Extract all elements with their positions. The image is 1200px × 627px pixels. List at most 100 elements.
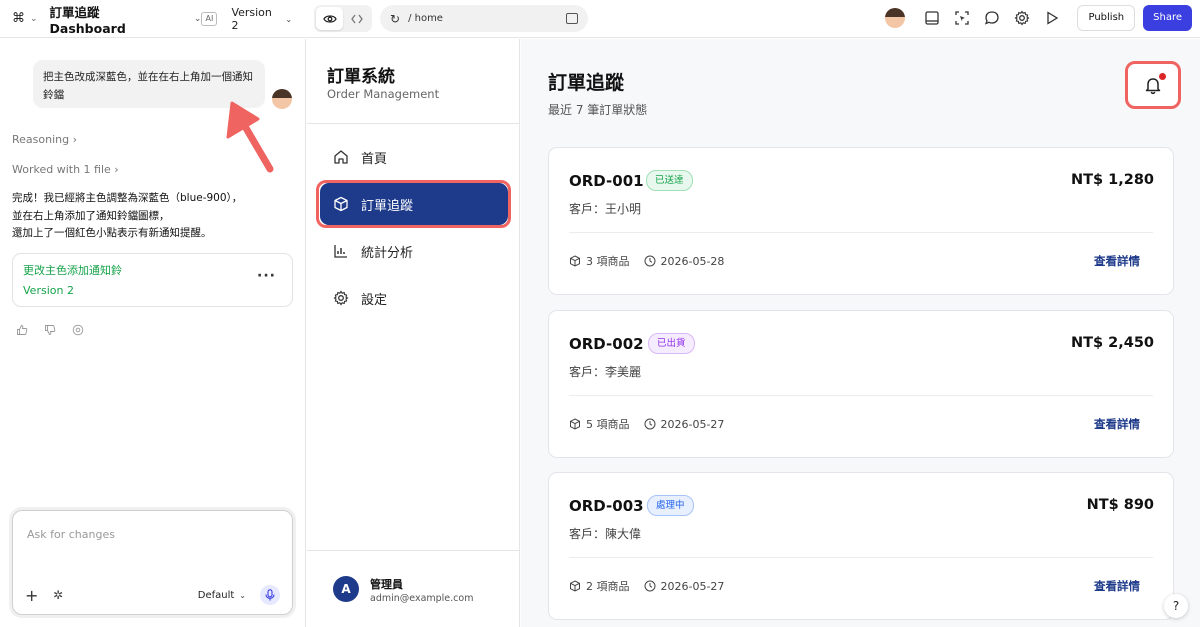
order-id: ORD-003 bbox=[569, 497, 644, 515]
composer-toolbar: + ✲ Default ⌄ bbox=[25, 585, 280, 605]
order-items: 2 項商品 bbox=[586, 580, 630, 593]
chat-panel: 把主色改成深藍色，並在在右上角加一個通知鈴鐺 Reasoning › Worke… bbox=[0, 39, 306, 627]
clock-icon bbox=[644, 255, 655, 267]
project-header: ⌘ ⌄ 訂單追蹤 Dashboard ⌄ AI Version 2 ⌄ bbox=[0, 0, 306, 38]
code-icon[interactable] bbox=[343, 7, 370, 30]
package-icon bbox=[570, 418, 580, 430]
order-customer: 客戶：李美麗 bbox=[569, 365, 642, 379]
reply-line: 完成！我已經將主色調整為深藍色（blue-900）， bbox=[12, 192, 243, 204]
toolbar-actions: Publish Share bbox=[885, 5, 1192, 31]
version-selector[interactable]: Version 2 bbox=[231, 6, 282, 32]
status-badge: 處理中 bbox=[647, 495, 694, 516]
reply-line: 並在右上角添加了通知鈴鐺圖標， bbox=[12, 209, 170, 222]
microphone-icon[interactable] bbox=[260, 585, 280, 605]
worked-files-toggle[interactable]: Worked with 1 file › bbox=[12, 163, 119, 176]
chevron-down-icon[interactable]: ⌄ bbox=[239, 591, 246, 600]
view-toggle bbox=[314, 5, 372, 32]
notification-button[interactable] bbox=[1125, 61, 1181, 109]
order-card[interactable]: ORD-001 已送達 NT$ 1,280 客戶：王小明 3 項商品 2026-… bbox=[548, 147, 1174, 295]
chat-composer: + ✲ Default ⌄ bbox=[12, 510, 293, 615]
model-selector[interactable]: Default bbox=[198, 590, 235, 601]
settings-small-icon[interactable] bbox=[72, 321, 84, 336]
add-attachment-icon[interactable]: + bbox=[25, 586, 41, 605]
nav-label: 首頁 bbox=[361, 151, 388, 167]
divider bbox=[307, 123, 520, 124]
preview-eye-icon[interactable] bbox=[316, 7, 343, 30]
url-bar[interactable]: ↻ / home bbox=[380, 5, 588, 32]
order-meta: 3 項商品 2026-05-28 bbox=[569, 253, 724, 269]
nav-label: 統計分析 bbox=[361, 245, 414, 261]
order-id: ORD-002 bbox=[569, 335, 644, 353]
play-icon[interactable] bbox=[1044, 10, 1060, 26]
divider bbox=[569, 395, 1153, 396]
package-icon bbox=[570, 580, 580, 592]
comment-icon[interactable] bbox=[984, 10, 1000, 26]
order-customer: 客戶：陳大偉 bbox=[569, 527, 642, 541]
nav-item-settings[interactable]: 設定 bbox=[320, 277, 508, 319]
reload-icon[interactable]: ↻ bbox=[390, 12, 400, 26]
share-button[interactable]: Share bbox=[1143, 5, 1192, 31]
nav-label: 設定 bbox=[361, 292, 388, 308]
version-card-title: 更改主色添加通知鈴 bbox=[23, 264, 122, 277]
main-content: 訂單追蹤 最近 7 筆訂單狀態 ORD-001 已送達 NT$ 1,280 客戶… bbox=[521, 39, 1200, 627]
status-badge: 已出貨 bbox=[648, 333, 695, 354]
order-amount: NT$ 890 bbox=[1086, 497, 1154, 513]
panel-icon[interactable] bbox=[924, 10, 940, 26]
divider bbox=[307, 550, 520, 551]
feedback-row bbox=[16, 321, 100, 336]
admin-name: 管理員 bbox=[370, 578, 403, 591]
app-subtitle: Order Management bbox=[327, 87, 440, 101]
notification-dot bbox=[1159, 73, 1166, 80]
gear-icon bbox=[333, 290, 349, 306]
version-card-version: Version 2 bbox=[23, 284, 74, 297]
chat-input[interactable] bbox=[27, 528, 267, 541]
order-customer: 客戶：王小明 bbox=[569, 202, 642, 216]
divider bbox=[569, 232, 1153, 233]
view-details-link[interactable]: 查看詳情 bbox=[1094, 416, 1140, 432]
help-button[interactable]: ? bbox=[1164, 594, 1188, 618]
order-date: 2026-05-27 bbox=[660, 579, 725, 593]
publish-button[interactable]: Publish bbox=[1077, 5, 1136, 31]
order-meta: 5 項商品 2026-05-27 bbox=[569, 416, 724, 432]
chart-icon bbox=[333, 243, 349, 259]
clock-icon bbox=[644, 418, 655, 430]
order-card[interactable]: ORD-002 已出貨 NT$ 2,450 客戶：李美麗 5 項商品 2026-… bbox=[548, 310, 1174, 458]
thumbs-down-icon[interactable] bbox=[44, 321, 56, 335]
order-date: 2026-05-28 bbox=[660, 254, 725, 268]
url-text[interactable]: / home bbox=[408, 13, 443, 24]
select-element-icon[interactable] bbox=[954, 10, 970, 26]
order-items: 3 項商品 bbox=[586, 255, 630, 268]
order-meta: 2 項商品 2026-05-27 bbox=[569, 578, 724, 594]
admin-avatar[interactable]: A bbox=[333, 576, 359, 602]
order-date: 2026-05-27 bbox=[660, 417, 725, 431]
chevron-down-icon[interactable]: ⌄ bbox=[285, 15, 292, 24]
user-avatar[interactable] bbox=[885, 8, 906, 28]
page-subtitle: 最近 7 筆訂單狀態 bbox=[548, 103, 648, 117]
view-details-link[interactable]: 查看詳情 bbox=[1094, 578, 1140, 594]
sparkle-icon[interactable]: ✲ bbox=[53, 588, 63, 602]
reasoning-toggle[interactable]: Reasoning › bbox=[12, 133, 77, 146]
annotation-arrow bbox=[226, 101, 274, 173]
open-in-window-icon[interactable] bbox=[566, 13, 578, 24]
settings-gear-icon[interactable] bbox=[1014, 10, 1030, 26]
view-details-link[interactable]: 查看詳情 bbox=[1094, 253, 1140, 269]
chevron-down-icon[interactable]: ⌄ bbox=[194, 14, 202, 24]
chevron-right-icon: › bbox=[114, 163, 119, 176]
chevron-down-icon[interactable]: ⌄ bbox=[30, 14, 38, 24]
thumbs-up-icon[interactable] bbox=[16, 321, 28, 335]
page-title: 訂單追蹤 bbox=[548, 72, 625, 94]
home-icon bbox=[333, 149, 349, 165]
version-card[interactable]: 更改主色添加通知鈴 Version 2 ··· bbox=[12, 253, 293, 307]
order-card[interactable]: ORD-003 處理中 NT$ 890 客戶：陳大偉 2 項商品 2026-05… bbox=[548, 472, 1174, 620]
chevron-right-icon: › bbox=[72, 133, 78, 146]
app-sidebar: 訂單系統 Order Management 首頁 訂單追蹤 統計分析 設定 A … bbox=[307, 39, 520, 627]
assistant-reply: 完成！我已經將主色調整為深藍色（blue-900）， 並在右上角添加了通知鈴鐺圖… bbox=[12, 190, 292, 243]
admin-email: admin@example.com bbox=[370, 593, 474, 604]
order-amount: NT$ 1,280 bbox=[1070, 172, 1154, 188]
nav-item-home[interactable]: 首頁 bbox=[320, 136, 508, 178]
ai-badge[interactable]: AI bbox=[201, 12, 218, 26]
project-title[interactable]: 訂單追蹤 Dashboard bbox=[50, 2, 180, 36]
more-options-icon[interactable]: ··· bbox=[257, 268, 276, 284]
nav-item-statistics[interactable]: 統計分析 bbox=[320, 230, 508, 272]
app-logo-icon[interactable]: ⌘ bbox=[12, 12, 26, 26]
